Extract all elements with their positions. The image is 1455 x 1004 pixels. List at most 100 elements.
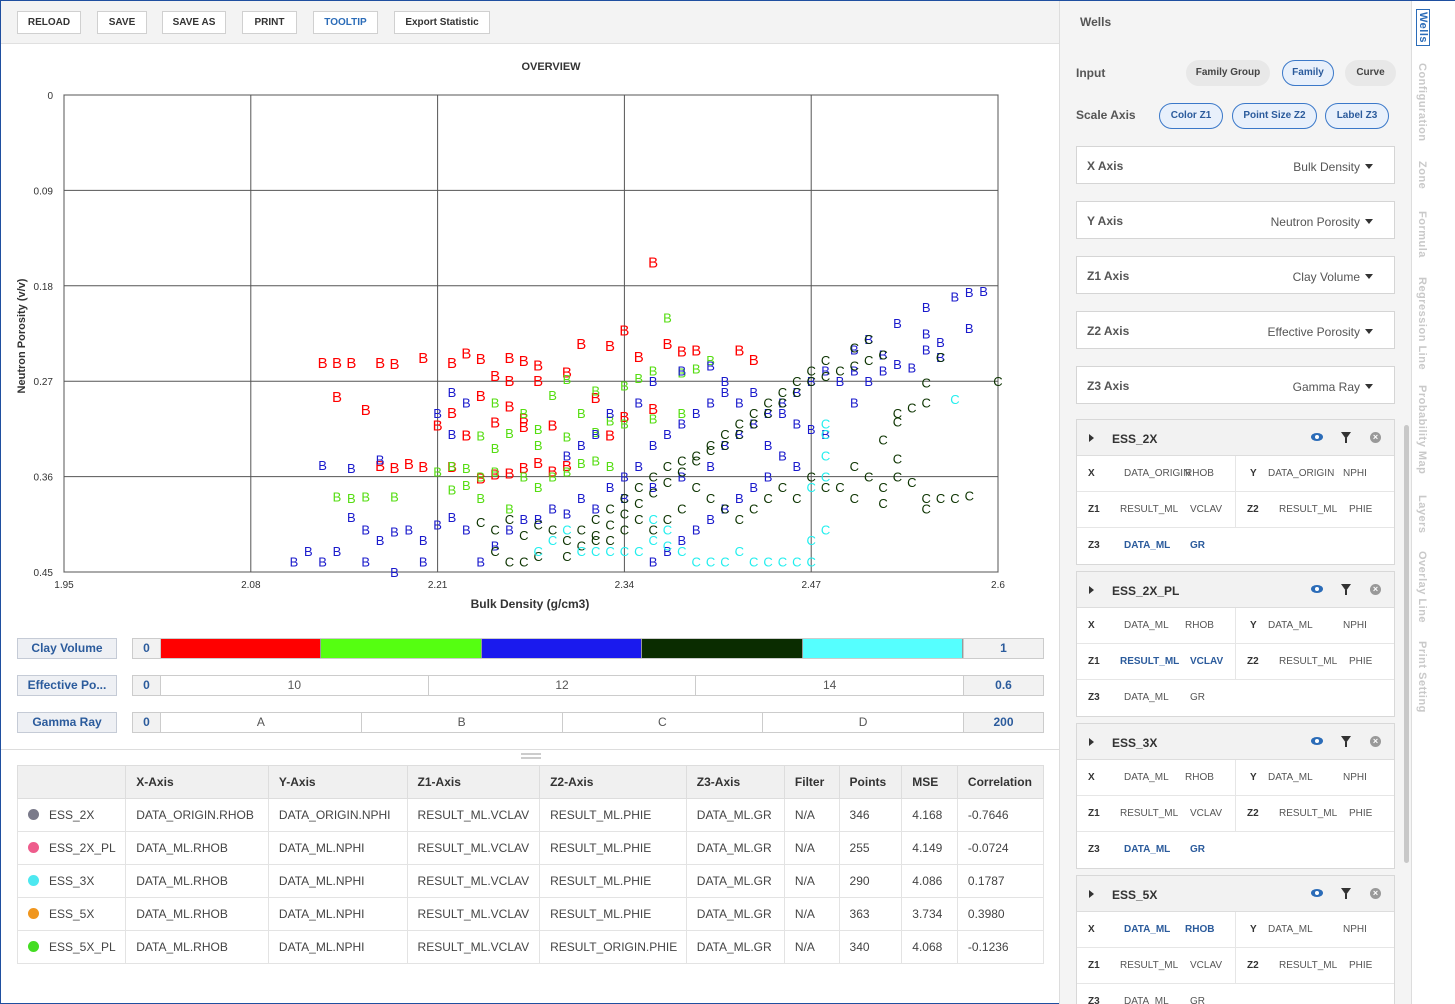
scatter-point[interactable]: B xyxy=(706,395,715,410)
scatter-point[interactable]: C xyxy=(921,395,930,410)
scatter-point[interactable]: B xyxy=(548,501,557,516)
input-family-group[interactable]: Family Group xyxy=(1186,60,1270,86)
scatter-point[interactable]: B xyxy=(576,336,586,353)
scatter-point[interactable]: B xyxy=(389,356,399,373)
scatter-point[interactable]: B xyxy=(663,427,672,442)
column-header[interactable]: Points xyxy=(838,765,903,799)
scatter-point[interactable]: C xyxy=(850,491,859,506)
scatter-point[interactable]: B xyxy=(706,459,715,474)
scatter-point[interactable]: C xyxy=(735,417,744,432)
scatter-point[interactable]: B xyxy=(577,456,586,471)
column-header[interactable]: Z3-Axis xyxy=(685,765,785,799)
scatter-point[interactable]: C xyxy=(763,554,772,569)
scatter-point[interactable]: C xyxy=(821,523,830,538)
scatter-point[interactable]: C xyxy=(505,554,514,569)
scatter-point[interactable]: B xyxy=(476,554,485,569)
scatter-point[interactable]: B xyxy=(390,525,399,540)
scale-point-size-z2[interactable]: Point Size Z2 xyxy=(1232,103,1317,129)
scatter-point[interactable]: B xyxy=(563,429,572,444)
well-curve-z2[interactable]: RESULT_ML xyxy=(1279,644,1337,680)
scatter-point[interactable]: C xyxy=(821,369,830,384)
well-curve-x[interactable]: DATA_ML xyxy=(1124,912,1170,948)
scatter-point[interactable]: B xyxy=(448,482,457,497)
expand-arrow-icon[interactable] xyxy=(1089,586,1094,594)
scatter-point[interactable]: C xyxy=(878,348,887,363)
scatter-point[interactable]: B xyxy=(519,419,529,436)
scatter-point[interactable]: C xyxy=(490,523,499,538)
scatter-point[interactable]: B xyxy=(764,470,773,485)
scatter-point[interactable]: C xyxy=(821,353,830,368)
scatter-point[interactable]: C xyxy=(562,523,571,538)
table-row[interactable]: ESS_5X DATA_ML.RHOB DATA_ML.NPHI RESULT_ML.… xyxy=(16,897,1045,931)
scatter-point[interactable]: B xyxy=(419,533,428,548)
export-statistic-button[interactable]: Export Statistic xyxy=(394,11,490,34)
scatter-point[interactable]: B xyxy=(533,373,543,390)
axis-select[interactable]: Z1 Axis Clay Volume xyxy=(1076,256,1395,294)
well-curve-z1[interactable]: RESULT_ML xyxy=(1120,644,1179,680)
scatter-point[interactable]: B xyxy=(691,342,701,359)
expand-arrow-icon[interactable] xyxy=(1089,434,1094,442)
vtab-regression-line[interactable]: Regression Line xyxy=(1416,277,1428,370)
well-curve-z1[interactable]: VCLAV xyxy=(1190,492,1222,528)
scatter-point[interactable]: B xyxy=(648,254,658,271)
scatter-point[interactable]: B xyxy=(807,422,816,437)
scatter-point[interactable]: C xyxy=(893,406,902,421)
scale-label-z3[interactable]: Label Z3 xyxy=(1325,103,1389,129)
scatter-point[interactable]: C xyxy=(792,491,801,506)
scatter-point[interactable]: B xyxy=(361,523,370,538)
scatter-point[interactable]: B xyxy=(519,406,528,421)
scatter-point[interactable]: C xyxy=(763,395,772,410)
scatter-point[interactable]: C xyxy=(907,401,916,416)
scatter-point[interactable]: B xyxy=(606,406,615,421)
scatter-point[interactable]: B xyxy=(462,461,471,476)
scatter-point[interactable]: B xyxy=(534,438,543,453)
well-curve-y[interactable]: DATA_ML xyxy=(1268,912,1313,948)
scatter-point[interactable]: C xyxy=(735,512,744,527)
scatter-point[interactable]: B xyxy=(692,361,701,376)
reload-button[interactable]: RELOAD xyxy=(17,11,81,34)
scatter-point[interactable]: B xyxy=(649,554,658,569)
scatter-point[interactable]: B xyxy=(734,342,744,359)
scatter-point[interactable]: C xyxy=(476,515,485,530)
well-curve-z2[interactable]: RESULT_ML xyxy=(1279,948,1337,984)
scatter-point[interactable]: B xyxy=(419,554,428,569)
scatter-point[interactable]: C xyxy=(720,501,729,516)
scatter-point[interactable]: C xyxy=(749,406,758,421)
scatter-point[interactable]: B xyxy=(634,371,643,386)
filter-icon[interactable] xyxy=(1341,584,1351,595)
scatter-point[interactable]: B xyxy=(749,480,758,495)
scatter-point[interactable]: B xyxy=(318,355,328,372)
table-row[interactable]: ESS_2X_PL DATA_ML.RHOB DATA_ML.NPHI RESULT_… xyxy=(16,831,1045,865)
save-as-button[interactable]: SAVE AS xyxy=(162,11,226,34)
eye-icon[interactable] xyxy=(1311,585,1323,593)
scatter-point[interactable]: B xyxy=(476,428,485,443)
scatter-point[interactable]: C xyxy=(735,544,744,559)
scatter-point[interactable]: C xyxy=(835,364,844,379)
scatter-point[interactable]: B xyxy=(491,441,500,456)
well-curve-x[interactable]: RHOB xyxy=(1185,608,1214,644)
scatter-point[interactable]: B xyxy=(548,388,557,403)
well-curve-y[interactable]: NPHI xyxy=(1343,456,1367,492)
scatter-point[interactable]: B xyxy=(361,554,370,569)
vtab-print-setting[interactable]: Print Setting xyxy=(1416,641,1428,713)
eye-icon[interactable] xyxy=(1311,889,1323,897)
scatter-point[interactable]: B xyxy=(706,358,715,373)
well-curve-y[interactable]: DATA_ORIGIN xyxy=(1268,456,1334,492)
scatter-point[interactable]: B xyxy=(706,512,715,527)
scatter-point[interactable]: C xyxy=(533,544,542,559)
scatter-point[interactable]: C xyxy=(950,392,959,407)
vtab-configuration[interactable]: Configuration xyxy=(1416,63,1428,142)
scatter-point[interactable]: B xyxy=(390,490,399,505)
save-button[interactable]: SAVE xyxy=(97,11,147,34)
scatter-point[interactable]: B xyxy=(347,510,356,525)
well-curve-y[interactable]: NPHI xyxy=(1343,608,1367,644)
axis-select[interactable]: Z2 Axis Effective Porosity xyxy=(1076,311,1395,349)
scatter-point[interactable]: C xyxy=(677,544,686,559)
expand-arrow-icon[interactable] xyxy=(1089,738,1094,746)
well-curve-x[interactable]: DATA_ML xyxy=(1124,608,1169,644)
scatter-point[interactable]: B xyxy=(922,300,931,315)
scale-max[interactable]: 200 xyxy=(963,713,1043,732)
scatter-point[interactable]: C xyxy=(548,533,557,548)
scale-label-button[interactable]: Gamma Ray xyxy=(17,712,117,733)
scatter-point[interactable]: C xyxy=(778,480,787,495)
